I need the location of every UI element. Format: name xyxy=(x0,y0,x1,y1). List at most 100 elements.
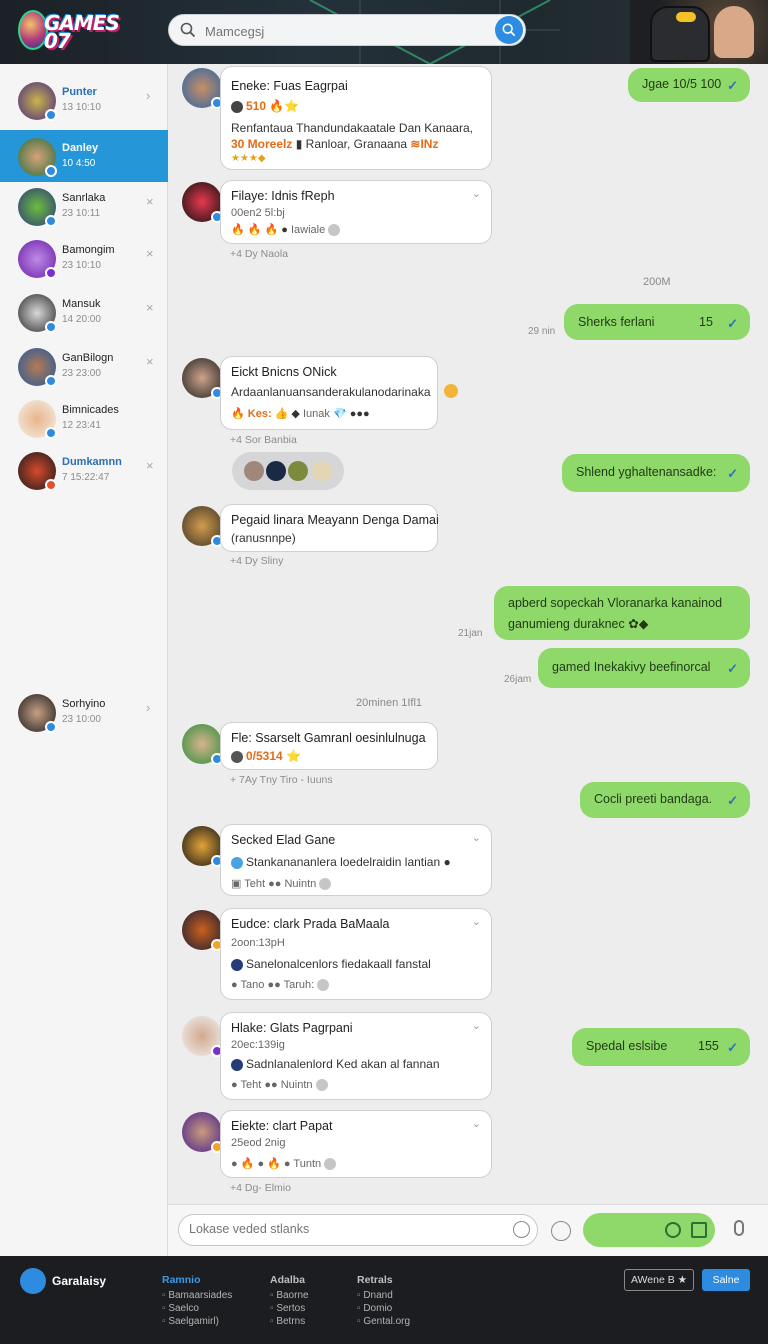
contact-time: 23 10:00 xyxy=(62,714,101,725)
contact-item[interactable]: Sorhyino 23 10:00 › xyxy=(0,686,168,738)
footer-link[interactable]: Dnand xyxy=(357,1290,410,1301)
image-icon[interactable] xyxy=(691,1222,707,1238)
brand-name: Garalaisy xyxy=(52,1274,107,1288)
incoming-message[interactable]: Fle: Ssarselt Gamranl oesinlulnuga 0/531… xyxy=(220,722,438,770)
reaction-label: Kes: xyxy=(247,408,272,420)
contact-item[interactable]: Bamongim 23 10:10 × xyxy=(0,232,168,284)
close-icon[interactable]: × xyxy=(146,354,154,369)
message-input-box[interactable] xyxy=(178,1214,538,1246)
reaction-label: Teht xyxy=(244,878,266,890)
add-reaction-icon[interactable] xyxy=(324,1158,337,1171)
incoming-message[interactable]: Pegaid linara Meayann Denga Damai (ranus… xyxy=(220,504,439,552)
incoming-message[interactable]: Eickt Bnicns ONick Ardaanlanuansanderaku… xyxy=(220,356,438,430)
outgoing-message[interactable]: gamed Inekakivy beefinorcal ✓ xyxy=(538,648,750,688)
contact-item[interactable]: Sanrlaka 23 10:11 × xyxy=(0,180,168,232)
outgoing-message[interactable]: Shlend yghaltenansadke: ✓ xyxy=(562,454,750,492)
time-separator: 200M xyxy=(643,276,671,288)
message-title: Eiekte: clart Papat xyxy=(231,1119,333,1133)
message-time: 21jan xyxy=(458,628,483,639)
incoming-message[interactable]: ⌄ Eudce: clark Prada BaMaala 2oon:13pH S… xyxy=(220,908,492,1000)
reactions-row: 🔥 🔥 🔥 ● Iawiale xyxy=(231,223,343,237)
incoming-message[interactable]: ⌄ Secked Elad Gane Stankanananlera loede… xyxy=(220,824,492,896)
contact-item[interactable]: GanBilogn 23 23:00 × xyxy=(0,340,168,392)
gift-icon: ▣ xyxy=(231,878,242,890)
close-icon[interactable]: × xyxy=(146,458,154,473)
contact-item[interactable]: Punter 13 10:10 › xyxy=(0,74,168,126)
message-time: 20ec:139ig xyxy=(231,1039,285,1051)
close-icon[interactable]: × xyxy=(146,300,154,315)
message-text-line: ganumieng duraknec ✿◆ xyxy=(508,616,648,631)
chevron-right-icon[interactable]: › xyxy=(146,700,150,715)
message-meta: + 7Ay Tny Tiro - Iuuns xyxy=(230,774,333,786)
search-submit-button[interactable] xyxy=(495,16,523,44)
microphone-icon[interactable] xyxy=(734,1220,744,1236)
footer-column: Adalba Baorne Sertos Betrns xyxy=(270,1274,309,1329)
footer-link[interactable]: Domio xyxy=(357,1303,410,1314)
emoji-icon: ●● xyxy=(264,1079,278,1091)
footer-link[interactable]: Saelgamirl) xyxy=(162,1316,232,1327)
add-reaction-icon[interactable] xyxy=(315,1079,328,1092)
message-text: Shlend yghaltenansadke: xyxy=(576,465,717,479)
search-bar[interactable] xyxy=(168,14,526,46)
avatar xyxy=(18,348,57,387)
footer-link[interactable]: Saelco xyxy=(162,1303,232,1314)
search-input[interactable] xyxy=(205,21,485,41)
message-title: Filaye: Idnis fReph xyxy=(231,189,335,203)
footer-link[interactable]: Gental.org xyxy=(357,1316,410,1327)
incoming-message[interactable]: Eneke: Fuas Eagrpai 510 🔥⭐ Renfantaua Th… xyxy=(220,66,492,170)
emoji-picker-icon[interactable] xyxy=(513,1221,530,1238)
chevron-down-icon[interactable]: ⌄ xyxy=(472,831,481,844)
incoming-message[interactable]: ⌄ Filaye: Idnis fReph 00en2 5l:bj 🔥 🔥 🔥 … xyxy=(220,180,492,244)
outgoing-message[interactable]: apberd sopeckah Vloranarka kanainod ganu… xyxy=(494,586,750,640)
contact-item-active[interactable]: Danley 10 4:50 xyxy=(0,130,168,182)
clock-icon[interactable] xyxy=(665,1222,681,1238)
emoji-icon xyxy=(231,856,243,869)
incoming-message[interactable]: ⌄ Eiekte: clart Papat 25eod 2nig ● 🔥 ● 🔥… xyxy=(220,1110,492,1178)
send-button[interactable] xyxy=(583,1213,715,1247)
outgoing-message[interactable]: Jgae 10/5 100 ✓ xyxy=(628,68,750,102)
footer-link[interactable]: Baorne xyxy=(270,1290,308,1301)
message-text: Sherks ferlani xyxy=(578,315,655,329)
footer-secondary-button[interactable]: AWene B ★ xyxy=(624,1269,694,1291)
reactions-row: ● Tano ●● Taruh: xyxy=(231,979,332,992)
message-text: Cocli preeti bandaga. xyxy=(594,792,713,806)
chair-logo xyxy=(676,12,696,22)
outgoing-message[interactable]: Sherks ferlani 15 ✓ xyxy=(564,304,750,340)
contact-time: 23 23:00 xyxy=(62,368,101,379)
chevron-down-icon[interactable]: ⌄ xyxy=(472,915,481,928)
contact-item[interactable]: Bimnicades 12 23:41 xyxy=(0,392,168,444)
add-reaction-icon[interactable] xyxy=(319,878,332,891)
chevron-down-icon[interactable]: ⌄ xyxy=(472,1019,481,1032)
contact-time: 13 10:10 xyxy=(62,102,101,113)
close-icon[interactable]: × xyxy=(146,194,154,209)
chevron-right-icon[interactable]: › xyxy=(146,88,150,103)
add-reaction-icon[interactable] xyxy=(317,979,330,992)
outgoing-message[interactable]: Cocli preeti bandaga. ✓ xyxy=(580,782,750,818)
chevron-down-icon[interactable]: ⌄ xyxy=(472,187,481,200)
attach-icon[interactable] xyxy=(551,1221,571,1241)
search-icon xyxy=(180,22,196,38)
message-input[interactable] xyxy=(189,1222,489,1236)
footer-primary-button[interactable]: Salne xyxy=(702,1269,750,1291)
footer-brand[interactable]: Garalaisy xyxy=(20,1268,106,1294)
message-text: (ranusnnpe) xyxy=(231,531,296,545)
message-title: Secked Elad Gane xyxy=(231,833,336,847)
close-icon[interactable]: × xyxy=(146,246,154,261)
outgoing-message[interactable]: Spedal eslsibe 155 ✓ xyxy=(572,1028,750,1066)
participants-pill[interactable] xyxy=(232,452,344,490)
footer-link[interactable]: Betrns xyxy=(270,1316,309,1327)
contact-item[interactable]: Mansuk 14 20:00 × xyxy=(0,286,168,338)
reactions-row: 🔥 Kes: 👍 ◆ Iunak 💎 ●●● xyxy=(231,407,370,420)
add-reaction-icon[interactable] xyxy=(328,224,341,237)
contact-item[interactable]: Dumkamnn 7 15:22:47 × xyxy=(0,444,168,496)
footer-link[interactable]: Sertos xyxy=(270,1303,309,1314)
chevron-down-icon[interactable]: ⌄ xyxy=(472,1117,481,1130)
emoji-icon xyxy=(231,100,243,113)
sender-avatar xyxy=(182,506,223,547)
read-check-icon: ✓ xyxy=(727,78,738,93)
contact-name: Mansuk xyxy=(62,298,101,310)
incoming-message[interactable]: ⌄ Hlake: Glats Pagrpani 20ec:139ig Sadnl… xyxy=(220,1012,492,1100)
footer-link[interactable]: Bamaarsiades xyxy=(162,1290,232,1301)
app-logo[interactable]: GAMES 07 xyxy=(18,8,142,56)
sender-avatar xyxy=(182,68,223,109)
